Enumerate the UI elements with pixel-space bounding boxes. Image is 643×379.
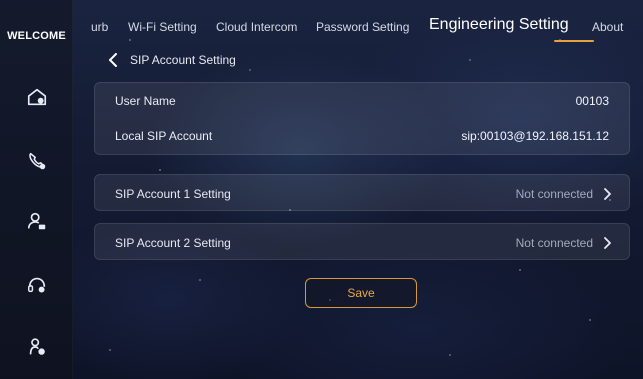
sidebar-item-intercom[interactable] <box>22 270 52 300</box>
tab-wifi-setting[interactable]: Wi-Fi Setting <box>128 20 197 34</box>
tab-cloud-intercom[interactable]: Cloud Intercom <box>216 20 297 34</box>
local-sip-value: sip:00103@192.168.151.12 <box>461 129 609 143</box>
sip-account-1-label: SIP Account 1 Setting <box>115 186 231 201</box>
active-tab-indicator <box>554 40 594 42</box>
user-name-row: User Name 00103 <box>115 91 609 111</box>
chevron-left-icon <box>106 53 120 67</box>
sidebar: WELCOME <box>0 0 73 379</box>
user-name-value: 00103 <box>575 94 609 108</box>
intercom-icon <box>28 277 46 293</box>
chevron-right-icon <box>603 187 613 200</box>
sip-account-1-row: SIP Account 1 Setting Not connected <box>115 175 613 212</box>
page-title: SIP Account Setting <box>130 53 236 67</box>
user-name-label: User Name <box>115 94 176 108</box>
sidebar-item-settings[interactable] <box>22 332 52 362</box>
account-info-card: User Name 00103 Local SIP Account sip:00… <box>94 82 630 155</box>
back-button[interactable]: SIP Account Setting <box>106 50 236 70</box>
sip-account-2-item[interactable]: SIP Account 2 Setting Not connected <box>94 223 630 260</box>
save-button[interactable]: Save <box>305 278 417 308</box>
tab-about[interactable]: About <box>592 20 623 34</box>
welcome-title: WELCOME <box>7 30 66 42</box>
sip-account-2-label: SIP Account 2 Setting <box>115 235 231 250</box>
local-sip-label: Local SIP Account <box>115 129 213 143</box>
sidebar-item-home[interactable] <box>22 82 52 112</box>
screen-background: WELCOME urb Wi-Fi Setting Cloud Intercom… <box>0 0 643 379</box>
sip-account-2-status: Not connected <box>515 235 593 250</box>
settings-user-icon <box>29 338 45 355</box>
top-tab-bar: urb Wi-Fi Setting Cloud Intercom Passwor… <box>73 0 643 48</box>
tab-password-setting[interactable]: Password Setting <box>316 20 409 34</box>
sip-account-1-status-group: Not connected <box>516 187 613 201</box>
sip-account-1-status: Not connected <box>515 186 593 201</box>
home-icon <box>27 88 47 106</box>
sip-account-1-item[interactable]: SIP Account 1 Setting Not connected <box>94 174 630 211</box>
chevron-right-icon <box>603 236 613 249</box>
sip-account-2-row: SIP Account 2 Setting Not connected <box>115 224 613 261</box>
user-lock-icon <box>27 212 46 230</box>
local-sip-row: Local SIP Account sip:00103@192.168.151.… <box>115 126 609 146</box>
tab-urb[interactable]: urb <box>91 20 108 34</box>
tab-engineering-setting[interactable]: Engineering Setting <box>429 16 569 34</box>
phone-icon <box>29 152 46 170</box>
sidebar-item-call[interactable] <box>22 146 52 176</box>
sidebar-item-access[interactable] <box>22 206 52 236</box>
sip-account-2-status-group: Not connected <box>516 236 613 250</box>
